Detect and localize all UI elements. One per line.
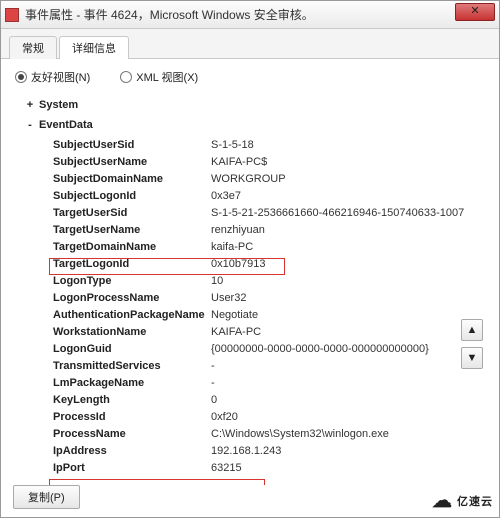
row-authenticationpackagename: AuthenticationPackageNameNegotiate	[53, 307, 485, 324]
radio-dot-icon	[120, 71, 132, 83]
footer: 复制(P)	[13, 485, 80, 509]
event-properties-window: 事件属性 - 事件 4624，Microsoft Windows 安全审核。 ✕…	[0, 0, 500, 518]
val: -	[211, 358, 215, 375]
collapse-icon: -	[25, 119, 35, 131]
key: SubjectUserSid	[53, 137, 211, 154]
node-eventdata-label: EventData	[39, 119, 93, 131]
val: 63215	[211, 460, 242, 477]
val: WORKGROUP	[211, 171, 286, 188]
app-icon	[5, 8, 19, 22]
row-ipaddress: IpAddress192.168.1.243	[53, 443, 485, 460]
val: renzhiyuan	[211, 222, 265, 239]
nav-up-button[interactable]: ▲	[461, 319, 483, 341]
key: TransmittedServices	[53, 358, 211, 375]
tab-strip: 常规 详细信息	[1, 29, 499, 59]
row-targetusersid: TargetUserSidS-1-5-21-2536661660-4662169…	[53, 205, 485, 222]
titlebar[interactable]: 事件属性 - 事件 4624，Microsoft Windows 安全审核。 ✕	[1, 1, 499, 29]
view-mode-row: 友好视图(N) XML 视图(X)	[15, 69, 485, 85]
val: S-1-5-21-2536661660-466216946-150740633-…	[211, 205, 464, 222]
radio-dot-icon	[15, 71, 27, 83]
copy-button-label: 复制(P)	[28, 492, 65, 504]
radio-xml-label: XML 视图(X)	[136, 69, 198, 85]
row-logontype: LogonType10	[53, 273, 485, 290]
row-logonguid: LogonGuid{00000000-0000-0000-0000-000000…	[53, 341, 485, 358]
val: 10	[211, 273, 223, 290]
row-subjectlogonid: SubjectLogonId0x3e7	[53, 188, 485, 205]
row-targetdomainname: TargetDomainNamekaifa-PC	[53, 239, 485, 256]
arrow-up-icon: ▲	[467, 324, 478, 336]
val: KAIFA-PC	[211, 324, 261, 341]
row-keylength: KeyLength0	[53, 392, 485, 409]
row-ipport: IpPort63215	[53, 460, 485, 477]
nav-buttons: ▲ ▼	[461, 319, 483, 369]
tab-general-label: 常规	[22, 43, 44, 55]
val: {00000000-0000-0000-0000-000000000000}	[211, 341, 429, 358]
radio-friendly-view[interactable]: 友好视图(N)	[15, 69, 90, 85]
val: -	[211, 375, 215, 392]
val: Negotiate	[211, 307, 258, 324]
val: KAIFA-PC$	[211, 154, 267, 171]
close-button[interactable]: ✕	[455, 3, 495, 21]
row-subjectdomainname: SubjectDomainNameWORKGROUP	[53, 171, 485, 188]
row-transmittedservices: TransmittedServices-	[53, 358, 485, 375]
val: 192.168.1.243	[211, 443, 281, 460]
key: LogonGuid	[53, 341, 211, 358]
details-body: 友好视图(N) XML 视图(X) +System -EventData Sub…	[1, 59, 499, 485]
radio-xml-view[interactable]: XML 视图(X)	[120, 69, 198, 85]
tab-details[interactable]: 详细信息	[59, 36, 129, 59]
row-lmpackagename: LmPackageName-	[53, 375, 485, 392]
key: SubjectUserName	[53, 154, 211, 171]
node-system-label: System	[39, 99, 78, 111]
val: 0xf20	[211, 409, 238, 426]
tab-details-label: 详细信息	[72, 43, 116, 55]
watermark-text: 亿速云	[457, 493, 493, 509]
window-title: 事件属性 - 事件 4624，Microsoft Windows 安全审核。	[25, 6, 314, 23]
row-workstationname: WorkstationNameKAIFA-PC	[53, 324, 485, 341]
key: WorkstationName	[53, 324, 211, 341]
row-subjectusersid: SubjectUserSidS-1-5-18	[53, 137, 485, 154]
nav-down-button[interactable]: ▼	[461, 347, 483, 369]
data-tree: +System -EventData SubjectUserSidS-1-5-1…	[25, 97, 485, 477]
row-targetusername: TargetUserNamerenzhiyuan	[53, 222, 485, 239]
radio-friendly-label: 友好视图(N)	[31, 69, 90, 85]
key: ProcessName	[53, 426, 211, 443]
key: TargetUserSid	[53, 205, 211, 222]
close-icon: ✕	[470, 5, 479, 17]
val: 0	[211, 392, 217, 409]
val: User32	[211, 290, 246, 307]
highlight-ipaddress	[49, 479, 265, 485]
key: LogonProcessName	[53, 290, 211, 307]
row-processid: ProcessId0xf20	[53, 409, 485, 426]
copy-button[interactable]: 复制(P)	[13, 485, 80, 509]
expand-icon: +	[25, 99, 35, 111]
cloud-icon: ☁	[432, 488, 453, 513]
key: KeyLength	[53, 392, 211, 409]
val: kaifa-PC	[211, 239, 253, 256]
val: 0x3e7	[211, 188, 241, 205]
key: SubjectDomainName	[53, 171, 211, 188]
key: AuthenticationPackageName	[53, 307, 211, 324]
key: LmPackageName	[53, 375, 211, 392]
key: TargetLogonId	[53, 256, 211, 273]
arrow-down-icon: ▼	[467, 352, 478, 364]
val: S-1-5-18	[211, 137, 254, 154]
watermark: ☁ 亿速云	[432, 488, 493, 513]
key: ProcessId	[53, 409, 211, 426]
val: C:\Windows\System32\winlogon.exe	[211, 426, 389, 443]
key: TargetDomainName	[53, 239, 211, 256]
node-system[interactable]: + System	[25, 97, 485, 111]
key: TargetUserName	[53, 222, 211, 239]
val: 0x10b7913	[211, 256, 265, 273]
key: IpPort	[53, 460, 211, 477]
key: LogonType	[53, 273, 211, 290]
key: SubjectLogonId	[53, 188, 211, 205]
node-eventdata[interactable]: -EventData	[25, 117, 485, 131]
key: IpAddress	[53, 443, 211, 460]
tab-general[interactable]: 常规	[9, 36, 57, 59]
row-subjectusername: SubjectUserNameKAIFA-PC$	[53, 154, 485, 171]
eventdata-fields: SubjectUserSidS-1-5-18 SubjectUserNameKA…	[53, 137, 485, 477]
row-logonprocessname: LogonProcessNameUser32	[53, 290, 485, 307]
row-targetlogonid: TargetLogonId0x10b7913	[53, 256, 485, 273]
row-processname: ProcessNameC:\Windows\System32\winlogon.…	[53, 426, 485, 443]
